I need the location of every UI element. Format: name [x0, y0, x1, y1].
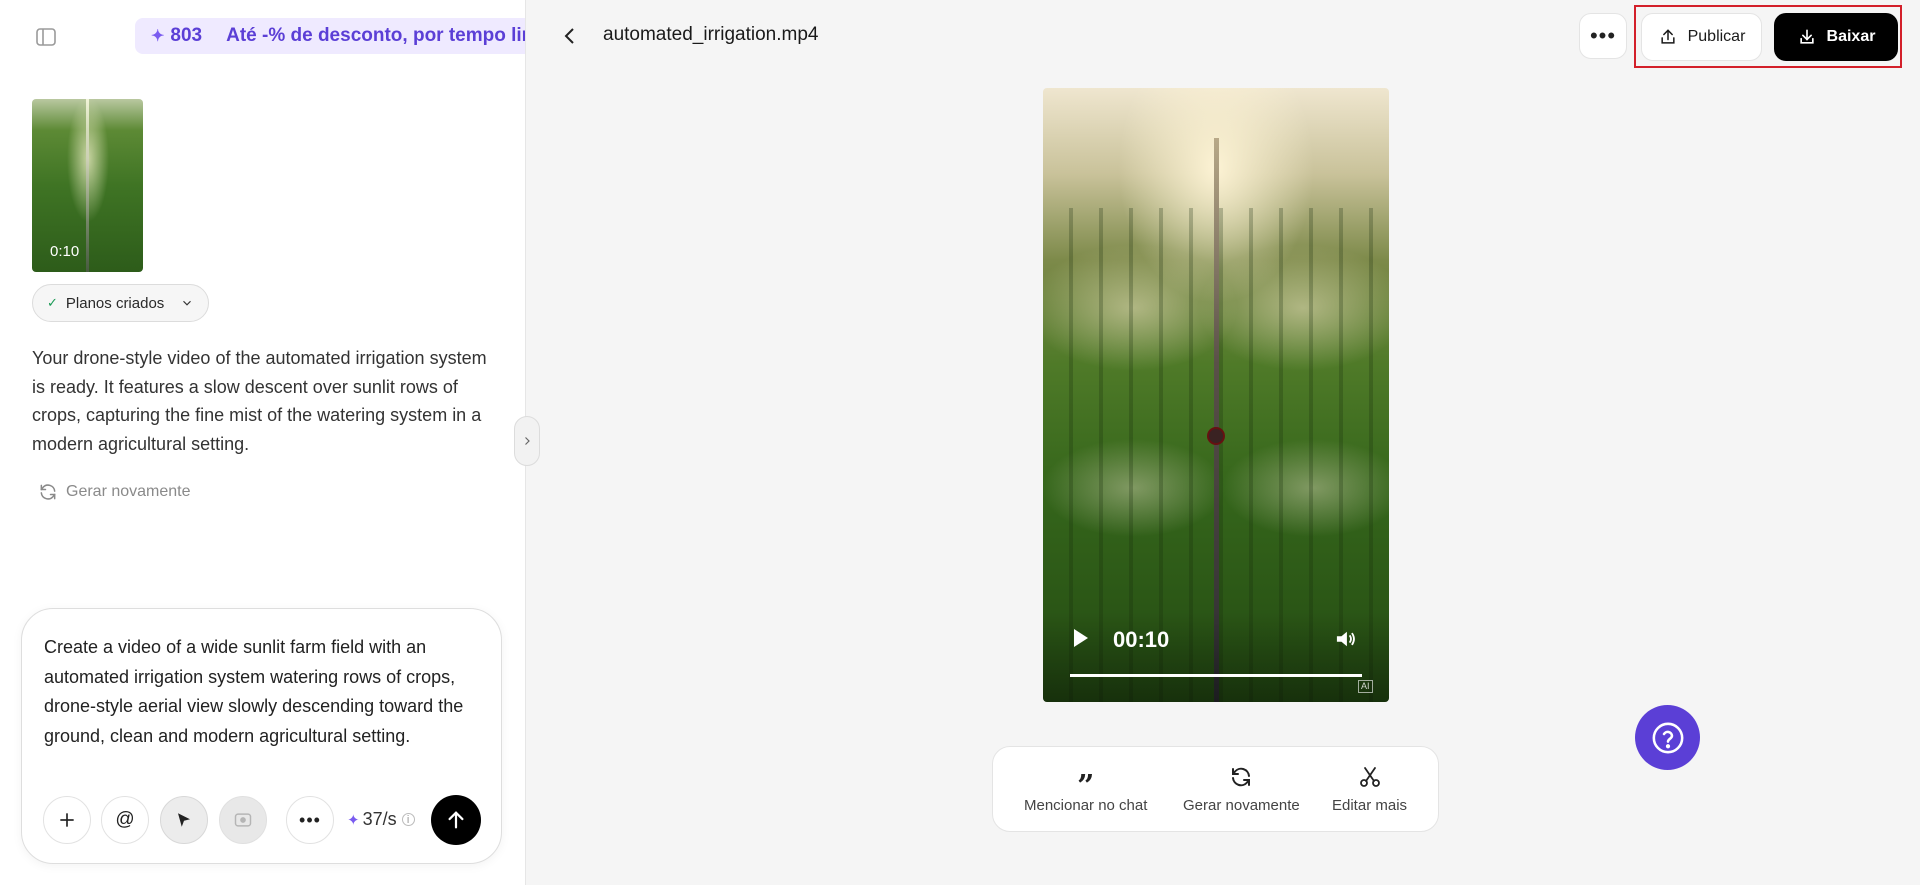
- regenerate-link[interactable]: Gerar novamente: [38, 482, 191, 502]
- volume-icon[interactable]: [1335, 629, 1357, 649]
- publish-label: Publicar: [1687, 28, 1746, 45]
- regenerate-label: Gerar novamente: [66, 483, 191, 500]
- sparkle-icon: ✦: [151, 28, 165, 45]
- mention-label: Mencionar no chat: [1024, 797, 1148, 814]
- progress-bar[interactable]: [1070, 674, 1362, 677]
- download-icon: [1799, 29, 1814, 44]
- arrow-up-icon: [448, 811, 464, 829]
- chat-panel: ✦ 803 Até -% de desconto, por tempo limi…: [0, 0, 526, 885]
- upload-icon: [1661, 29, 1675, 44]
- check-icon: ✓: [47, 295, 58, 310]
- sidebar-toggle-icon[interactable]: [34, 25, 58, 49]
- download-label: Baixar: [1826, 28, 1876, 45]
- promo-text: Até -% de desconto, por tempo limitado: [226, 25, 525, 46]
- plus-icon: [60, 813, 74, 827]
- send-button[interactable]: [431, 795, 481, 845]
- plans-created-chip[interactable]: ✓ Planos criados: [32, 284, 210, 322]
- ai-badge: AI: [1358, 680, 1373, 693]
- cursor-icon: [178, 813, 190, 827]
- video-thumbnail[interactable]: 0:10: [32, 99, 143, 272]
- video-frame-nozzle: [1209, 429, 1223, 443]
- chevron-right-icon: [525, 437, 530, 445]
- play-icon[interactable]: [1073, 628, 1089, 648]
- publish-button[interactable]: Publicar: [1641, 13, 1762, 61]
- regenerate-label: Gerar novamente: [1183, 797, 1300, 814]
- plans-label: Planos criados: [65, 294, 165, 312]
- credit-cost: ✦ 37/s i: [347, 809, 415, 830]
- assistant-message: Your drone-style video of the automated …: [32, 348, 487, 454]
- video-player[interactable]: 00:10 AI: [1043, 88, 1389, 702]
- add-button[interactable]: [43, 796, 91, 844]
- more-tools-button[interactable]: •••: [286, 796, 334, 844]
- panel-collapse-handle[interactable]: [514, 416, 540, 466]
- mention-in-chat-button[interactable]: ” Mencionar no chat: [1024, 765, 1148, 815]
- video-actions-bar: ” Mencionar no chat Gerar novamente Edit…: [992, 746, 1439, 832]
- credit-cost-value: 37/s: [362, 809, 397, 829]
- ellipsis-icon: •••: [1589, 23, 1617, 48]
- media-tool-button[interactable]: [219, 796, 267, 844]
- ellipsis-icon: •••: [299, 809, 321, 830]
- progress-fill: [1070, 674, 1362, 677]
- scissors-icon: [1359, 767, 1380, 787]
- download-button[interactable]: Baixar: [1774, 13, 1898, 61]
- more-options-button[interactable]: •••: [1579, 13, 1627, 59]
- chevron-left-icon: [564, 28, 574, 44]
- info-icon[interactable]: i: [401, 813, 415, 826]
- edit-label: Editar mais: [1332, 797, 1408, 814]
- refresh-icon: [40, 484, 56, 500]
- sparkle-icon: ✦: [347, 811, 360, 829]
- player-time: 00:10: [1113, 627, 1170, 652]
- video-frame-icon: [234, 813, 252, 827]
- refresh-icon: [1232, 767, 1251, 787]
- player-controls: [1043, 612, 1389, 702]
- mention-button[interactable]: @: [101, 796, 149, 844]
- help-button[interactable]: [1635, 705, 1700, 770]
- credit-count: 803: [170, 25, 203, 46]
- regenerate-video-button[interactable]: Gerar novamente: [1183, 765, 1300, 814]
- back-button[interactable]: [558, 24, 582, 48]
- quote-icon: ”: [1077, 769, 1095, 804]
- cursor-tool-button[interactable]: [160, 796, 208, 844]
- file-title: automated_irrigation.mp4: [603, 24, 819, 45]
- at-icon: @: [115, 809, 135, 830]
- chevron-down-icon: [183, 300, 192, 306]
- prompt-composer: Create a video of a wide sunlit farm fie…: [21, 608, 502, 864]
- thumbnail-duration: 0:10: [50, 243, 80, 260]
- thumbnail-image: [86, 99, 89, 272]
- promo-banner[interactable]: ✦ 803 Até -% de desconto, por tempo limi…: [135, 18, 525, 54]
- edit-more-button[interactable]: Editar mais: [1332, 765, 1407, 814]
- prompt-input[interactable]: Create a video of a wide sunlit farm fie…: [44, 633, 484, 751]
- question-icon: [1652, 722, 1683, 753]
